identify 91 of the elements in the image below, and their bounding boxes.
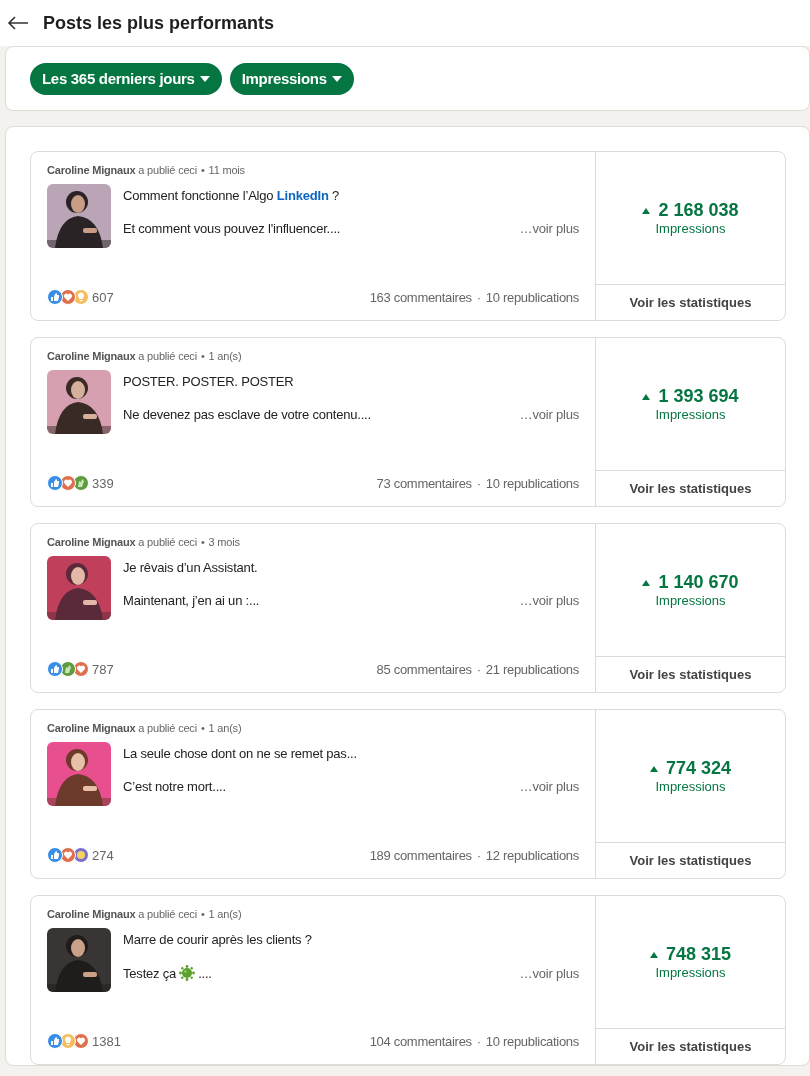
see-more-link[interactable]: …voir plus <box>519 965 579 981</box>
post-author-line: Caroline Mignaux a publié ceci <box>47 350 197 362</box>
comments-count[interactable]: 85 commentaires <box>376 661 472 677</box>
reposts-count[interactable]: 10 republications <box>485 289 579 305</box>
page-title: Posts les plus performants <box>43 12 275 34</box>
separator-dot: · <box>476 661 481 677</box>
love-reaction-icon <box>60 475 76 491</box>
post-author-line: Caroline Mignaux a publié ceci <box>47 908 197 920</box>
reaction-count[interactable]: 607 <box>92 289 114 305</box>
comments-count[interactable]: 73 commentaires <box>376 475 472 491</box>
post-text: Testez ça .... <box>123 965 212 981</box>
separator-dot: · <box>476 1033 481 1049</box>
separator-dot: • <box>200 164 205 176</box>
post-age: 3 mois <box>208 536 240 548</box>
like-reaction-icon <box>47 289 63 305</box>
metric-label: Impressions <box>655 407 726 422</box>
reposts-count[interactable]: 12 republications <box>485 847 579 863</box>
view-stats-button[interactable]: Voir les statistiques <box>596 284 785 320</box>
back-arrow-icon[interactable] <box>7 15 29 31</box>
see-more-link[interactable]: …voir plus <box>519 779 579 794</box>
up-triangle-icon <box>649 765 658 772</box>
reposts-count[interactable]: 21 republications <box>485 661 579 677</box>
metric-label: Impressions <box>655 593 726 608</box>
metric-label: Impressions <box>655 779 726 794</box>
like-reaction-icon <box>47 661 63 677</box>
celebrate-reaction-icon <box>60 661 76 677</box>
caret-icon <box>331 75 342 82</box>
post-text: Ne devenez pas esclave de votre contenu.... <box>123 407 371 422</box>
see-more-link[interactable]: …voir plus <box>519 593 579 608</box>
see-more-link[interactable]: …voir plus <box>519 221 579 236</box>
post-age: 1 an(s) <box>208 908 242 920</box>
reaction-count[interactable]: 339 <box>92 475 114 491</box>
impressions-value: 2 168 038 <box>658 200 739 221</box>
impressions-value: 1 140 670 <box>658 572 739 593</box>
post-text: Je rêvais d’un Assistant. <box>123 560 259 575</box>
celebrate-reaction-icon <box>73 475 89 491</box>
post-age: 1 an(s) <box>208 350 242 362</box>
reposts-count[interactable]: 10 republications <box>485 1033 579 1049</box>
impressions-value: 774 324 <box>665 758 732 779</box>
post-author-line: Caroline Mignaux a publié ceci <box>47 164 197 176</box>
reaction-count[interactable]: 787 <box>92 661 114 677</box>
post-author-line: Caroline Mignaux a publié ceci <box>47 722 197 734</box>
metric-label: Impressions <box>655 221 726 236</box>
separator-dot: · <box>476 289 481 305</box>
post-author-line: Caroline Mignaux a publié ceci <box>47 536 197 548</box>
reaction-count[interactable]: 1381 <box>92 1033 121 1049</box>
post-age: 11 mois <box>208 164 245 176</box>
post-text: Maintenant, j’en ai un :... <box>123 593 260 608</box>
love-reaction-icon <box>60 289 76 305</box>
like-reaction-icon <box>47 475 63 491</box>
comments-count[interactable]: 189 commentaires <box>369 847 472 863</box>
up-triangle-icon <box>642 207 651 214</box>
filter-dropdown[interactable]: Les 365 derniers jours <box>30 62 222 95</box>
love-reaction-icon <box>73 661 89 677</box>
comments-count[interactable]: 104 commentaires <box>369 1033 472 1049</box>
comments-count[interactable]: 163 commentaires <box>369 289 472 305</box>
love-reaction-icon <box>60 847 76 863</box>
funny-reaction-icon <box>73 847 89 863</box>
view-stats-button[interactable]: Voir les statistiques <box>596 470 785 506</box>
separator-dot: · <box>476 847 481 863</box>
see-more-link[interactable]: …voir plus <box>519 407 579 422</box>
view-stats-button[interactable]: Voir les statistiques <box>596 656 785 692</box>
post-text: Marre de courir après les clients ? <box>123 932 313 947</box>
up-triangle-icon <box>642 393 651 400</box>
view-stats-button[interactable]: Voir les statistiques <box>596 1028 785 1064</box>
up-triangle-icon <box>649 951 658 958</box>
insightful-reaction-icon <box>73 289 89 305</box>
post-text: C’est notre mort.... <box>123 779 226 794</box>
post-text: La seule chose dont on ne se remet pas... <box>123 746 358 761</box>
post-text: Comment fonctionne l’Algo LinkedIn ? <box>123 188 341 203</box>
insightful-reaction-icon <box>60 1033 76 1049</box>
post-text: Et comment vous pouvez l'influencer.... <box>123 221 341 236</box>
separator-dot: • <box>200 536 205 548</box>
like-reaction-icon <box>47 847 63 863</box>
reaction-count[interactable]: 274 <box>92 847 114 863</box>
separator-dot: • <box>200 722 205 734</box>
separator-dot: · <box>476 475 481 491</box>
reposts-count[interactable]: 10 republications <box>485 475 579 491</box>
filter-dropdown[interactable]: Impressions <box>229 62 354 95</box>
view-stats-button[interactable]: Voir les statistiques <box>596 842 785 878</box>
metric-label: Impressions <box>655 965 726 980</box>
separator-dot: • <box>200 908 205 920</box>
up-triangle-icon <box>642 579 651 586</box>
post-text: POSTER. POSTER. POSTER <box>123 374 295 389</box>
post-age: 1 an(s) <box>208 722 242 734</box>
impressions-value: 1 393 694 <box>658 386 739 407</box>
like-reaction-icon <box>47 1033 63 1049</box>
love-reaction-icon <box>73 1033 89 1049</box>
impressions-value: 748 315 <box>665 944 732 965</box>
caret-icon <box>199 75 210 82</box>
separator-dot: • <box>200 350 205 362</box>
